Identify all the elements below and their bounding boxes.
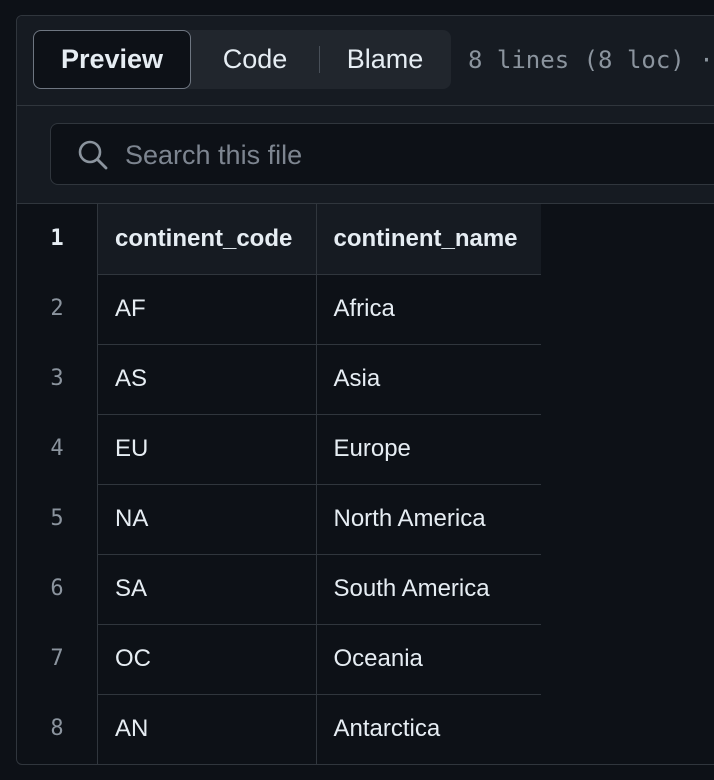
- table-row: NA North America: [98, 484, 541, 555]
- table-row: AN Antarctica: [98, 694, 541, 764]
- column-header: continent_code: [98, 204, 317, 275]
- line-number[interactable]: 1: [17, 204, 97, 274]
- line-number[interactable]: 3: [17, 344, 97, 414]
- table-cell: AF: [98, 274, 317, 345]
- table-cell: Oceania: [316, 624, 541, 695]
- view-mode-segmented-control: Preview Code Blame: [33, 30, 451, 89]
- table-cell: Asia: [316, 344, 541, 415]
- table-header-row: continent_code continent_name: [98, 204, 541, 275]
- table-cell: SA: [98, 554, 317, 625]
- segment-divider: [319, 46, 320, 73]
- table-cell: South America: [316, 554, 541, 625]
- table-cell: North America: [316, 484, 541, 555]
- search-box[interactable]: [50, 123, 714, 185]
- table-row: AS Asia: [98, 344, 541, 415]
- tab-preview[interactable]: Preview: [33, 30, 191, 89]
- tab-code[interactable]: Code: [203, 30, 307, 89]
- file-toolbar: Preview Code Blame 8 lines (8 loc) · 152…: [17, 16, 714, 106]
- table-cell: Africa: [316, 274, 541, 345]
- table-row: SA South America: [98, 554, 541, 625]
- csv-table: continent_code continent_name AF Africa …: [98, 204, 541, 764]
- csv-table-area: 1 2 3 4 5 6 7 8 continent_code continent…: [17, 204, 714, 764]
- table-cell: AS: [98, 344, 317, 415]
- search-bar-area: [17, 106, 714, 204]
- table-row: OC Oceania: [98, 624, 541, 695]
- line-number[interactable]: 7: [17, 624, 97, 694]
- table-cell: AN: [98, 694, 317, 764]
- line-number[interactable]: 4: [17, 414, 97, 484]
- line-number[interactable]: 8: [17, 694, 97, 764]
- table-row: AF Africa: [98, 274, 541, 345]
- file-line-count: 8 lines (8 loc) · 152 Bytes: [468, 46, 714, 74]
- column-header: continent_name: [316, 204, 541, 275]
- table-cell: Antarctica: [333, 715, 441, 743]
- line-number-gutter: 1 2 3 4 5 6 7 8: [17, 204, 98, 764]
- file-viewer: Preview Code Blame 8 lines (8 loc) · 152…: [16, 15, 714, 765]
- table-cell: NA: [98, 484, 317, 555]
- table-cell: EU: [98, 414, 317, 485]
- line-number[interactable]: 6: [17, 554, 97, 624]
- tab-blame[interactable]: Blame: [329, 30, 441, 89]
- search-input[interactable]: [123, 134, 714, 176]
- search-icon: [78, 140, 108, 170]
- line-number[interactable]: 5: [17, 484, 97, 554]
- table-cell: OC: [98, 624, 317, 695]
- table-cell: Europe: [316, 414, 541, 485]
- table-row: EU Europe: [98, 414, 541, 485]
- line-number[interactable]: 2: [17, 274, 97, 344]
